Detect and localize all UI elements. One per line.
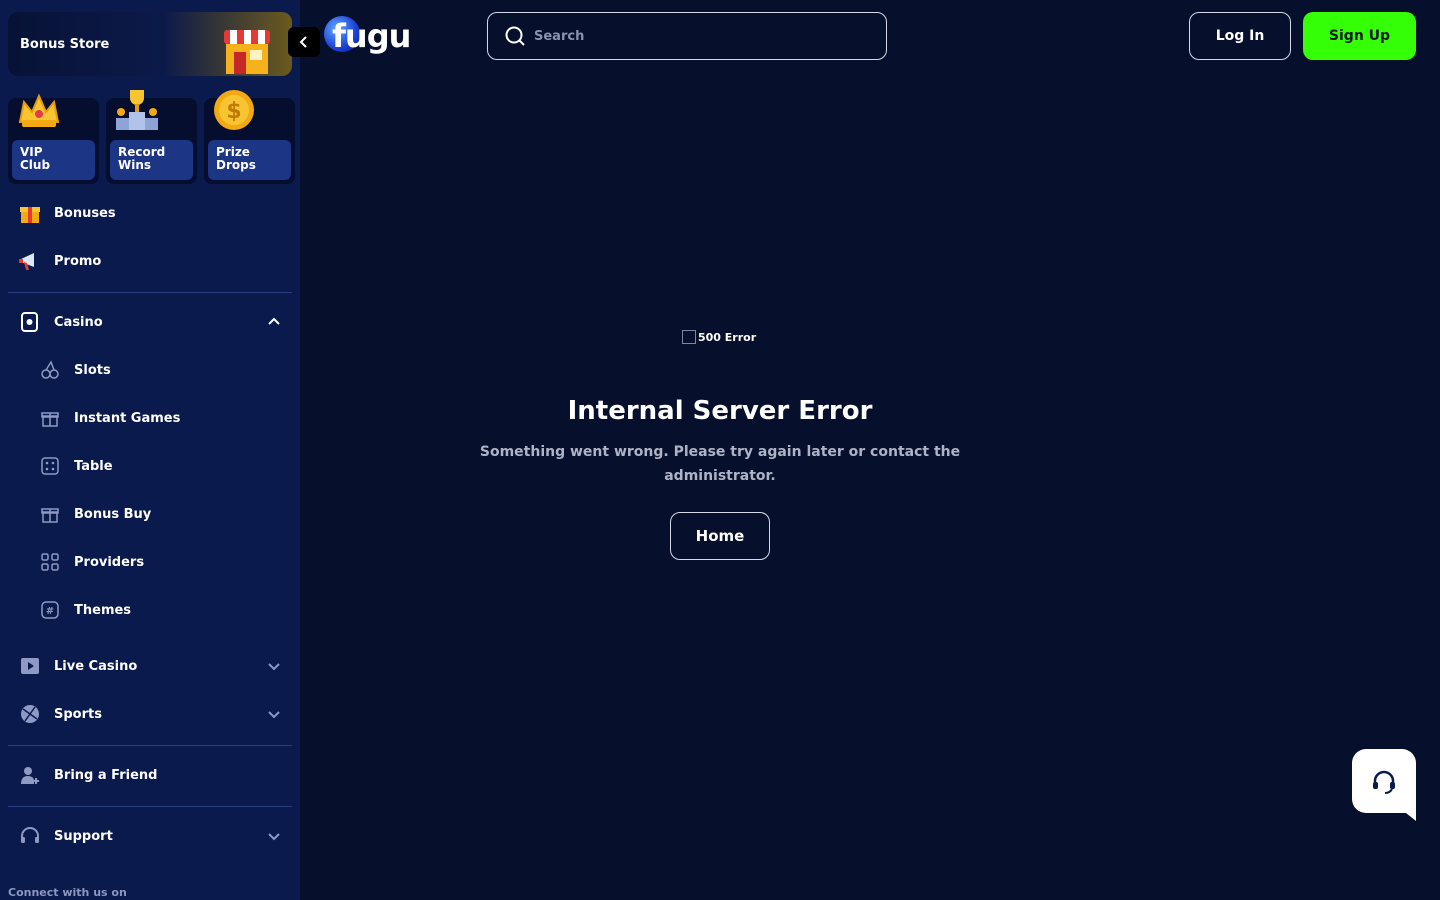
bonus-store-label: Bonus Store [20, 36, 110, 52]
sidebar-item-live-casino[interactable]: Live Casino [8, 646, 292, 686]
tile-vip-club[interactable]: VIP Club [8, 93, 99, 184]
sidebar-item-label: Table [74, 458, 113, 474]
bonus-store-banner[interactable]: Bonus Store [8, 12, 292, 76]
dice-icon [38, 454, 62, 478]
sidebar-item-label: Slots [74, 362, 111, 378]
sidebar-item-label: Bonuses [54, 205, 116, 221]
sidebar-item-bring-a-friend[interactable]: Bring a Friend [8, 755, 292, 795]
collapse-sidebar-button[interactable] [288, 27, 320, 57]
sidebar-item-promo[interactable]: Promo [8, 241, 292, 281]
gift-box-icon [38, 502, 62, 526]
error-image: 500 Error [682, 330, 756, 344]
sidebar-item-label: Sports [54, 706, 102, 722]
headset-icon [1373, 770, 1395, 794]
sidebar-item-label: Promo [54, 253, 102, 269]
gift-box-icon [38, 406, 62, 430]
sidebar-item-themes[interactable]: # Themes [8, 590, 292, 630]
tile-record-wins[interactable]: Record Wins [106, 90, 197, 184]
sidebar-item-slots[interactable]: Slots [8, 350, 292, 390]
sidebar-item-label: Providers [74, 554, 145, 570]
sidebar-item-instant-games[interactable]: Instant Games [8, 398, 292, 438]
chevron-down-icon[interactable] [266, 706, 282, 722]
broken-image-icon [682, 330, 696, 344]
cherry-icon [38, 358, 62, 382]
sidebar-item-table[interactable]: Table [8, 446, 292, 486]
tile-prize-drops[interactable]: $ Prize Drops [204, 90, 295, 184]
sidebar-item-sports[interactable]: Sports [8, 694, 292, 734]
tile-label: VIP Club [12, 140, 95, 180]
error-image-alt: 500 Error [698, 330, 757, 344]
sidebar-item-casino[interactable]: Casino [8, 302, 292, 342]
trophy-icon [116, 90, 158, 130]
sidebar-item-bonuses[interactable]: Bonuses [8, 193, 292, 233]
error-title: Internal Server Error [567, 396, 873, 426]
feature-tiles: VIP Club Record Wins $ Prize Drops [8, 90, 295, 184]
sidebar-item-label: Bring a Friend [54, 767, 158, 783]
sidebar-item-label: Live Casino [54, 658, 138, 674]
coin-icon: $ [214, 90, 254, 130]
sidebar-item-label: Themes [74, 602, 132, 618]
gift-icon [16, 199, 44, 227]
search-input[interactable] [534, 28, 874, 44]
chevron-down-icon[interactable] [266, 658, 282, 674]
megaphone-icon [16, 247, 44, 275]
home-button[interactable]: Home [670, 512, 770, 560]
connect-text: Connect with us on [8, 886, 127, 899]
fugu-logo[interactable]: fugu [322, 14, 411, 58]
sidebar-item-label: Bonus Buy [74, 506, 152, 522]
chevron-left-icon [299, 36, 307, 48]
sports-ball-icon [16, 700, 44, 728]
headset-icon [16, 822, 44, 850]
tile-label: Record Wins [110, 140, 193, 180]
sidebar-item-providers[interactable]: Providers [8, 542, 292, 582]
grid-icon [38, 550, 62, 574]
search-icon [505, 26, 525, 46]
svg-text:#: # [46, 606, 54, 617]
store-icon [224, 30, 270, 74]
sidebar-item-support[interactable]: Support [8, 816, 292, 856]
search-bar[interactable] [487, 12, 887, 60]
sidebar: Bonus Store VIP Club Record Wins $ Prize… [0, 0, 300, 900]
sidebar-item-label: Casino [54, 314, 103, 330]
play-video-icon [16, 652, 44, 680]
signup-button[interactable]: Sign Up [1303, 12, 1416, 60]
sidebar-divider [8, 806, 292, 807]
casino-cards-icon [16, 308, 44, 336]
sidebar-item-label: Instant Games [74, 410, 181, 426]
support-chat-button[interactable] [1352, 749, 1416, 821]
svg-text:$: $ [226, 99, 241, 124]
sidebar-divider [8, 292, 292, 293]
chevron-up-icon[interactable] [266, 314, 282, 330]
sidebar-divider [8, 745, 292, 746]
sidebar-item-bonus-buy[interactable]: Bonus Buy [8, 494, 292, 534]
logo-text: fugu [332, 17, 411, 55]
sidebar-item-label: Support [54, 828, 113, 844]
chevron-down-icon[interactable] [266, 828, 282, 844]
crown-icon [18, 93, 60, 127]
hashtag-icon: # [38, 598, 62, 622]
error-description: Something went wrong. Please try again l… [479, 444, 961, 484]
login-button[interactable]: Log In [1189, 12, 1291, 60]
add-user-icon [16, 761, 44, 789]
tile-label: Prize Drops [208, 140, 291, 180]
